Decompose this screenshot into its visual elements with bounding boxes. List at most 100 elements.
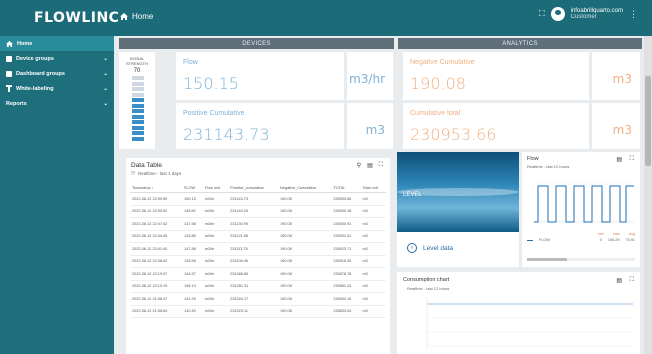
total-unit-card: m3 [592,103,640,149]
table-cell: m3/hr [202,255,229,268]
table-subtitle: Realtime - last 1 days [137,170,182,176]
table-row[interactable]: 2022-06-12 22:19:37 144.67 m3/hr 231068.86 1… [130,267,386,281]
table-column-header[interactable]: Negative_Cumulative [278,184,332,193]
user-info[interactable]: infoabrillquarto.com Customer [571,8,623,20]
table-cell: 190.08 [278,292,332,306]
sidebar-item-white-labeling[interactable]: White-labeling ⌄ [0,81,114,96]
negative-unit: m3 [612,72,632,86]
signal-bars [132,76,144,142]
sidebar: Home Device groups ⌄ Dashboard groups ⌄ … [0,36,114,354]
app-logo[interactable]: FLOWLINC [34,10,119,26]
table-row[interactable]: 2022-06-12 22:44:45 143.86 m3/hr 231121.58 1… [130,230,386,243]
analytics-header: ANALYTICS [398,38,642,49]
avatar[interactable] [550,7,565,21]
table-cell: m3 [360,242,386,256]
table-column-header[interactable]: Total unit [360,184,386,193]
table-cell: 230931.51 [331,230,361,243]
table-cell: m3 [360,205,386,218]
data-table-widget: Data Table ◷ Realtime - last 1 days ⚲ ▤ … [126,158,390,354]
search-icon[interactable]: ⚲ [357,162,361,169]
table-cell: m3/hr [202,305,229,318]
signal-bar [132,76,144,80]
table-cell: 190.08 [278,267,332,281]
table-row[interactable]: 2022-06-12 22:50:02 149.82 m3/hr 231140.25 1… [130,205,386,218]
table-cell: 2022-06-12 22:19:37 [130,267,183,281]
more-menu-icon[interactable]: ⋮ [629,9,638,20]
table-row[interactable]: 2022-06-12 22:50:59 150.15 m3/hr 231143.73 1… [130,192,386,206]
signal-bar [132,87,144,91]
table-row[interactable]: 2022-06-12 22:47:42 147.58 m3/hr 231130.99 1… [130,217,386,231]
flow-label: Flow [183,59,198,66]
legend-avg-label: avg [628,232,635,236]
table-cell: 231051.31 [228,280,279,293]
signal-value: 70 [133,68,141,74]
legend-min: 0 [599,238,602,242]
positive-value: 231143.73 [183,125,270,144]
table-column-header[interactable]: TOTAL [331,184,361,193]
table-cell: 2022-06-12 22:50:02 [130,205,183,218]
breadcrumb[interactable]: Home [120,12,153,21]
table-cell: 231140.25 [228,205,279,218]
legend-series-name: FLOW [539,238,550,242]
breadcrumb-home: Home [132,12,154,21]
top-bar: FLOWLINC Home ⛶ infoabrillquarto.com Cus… [0,0,652,36]
table-cell: 2022-06-12 21:56:47 [130,292,183,306]
table-column-header[interactable]: Timestamp ↓ [130,184,183,193]
table-cell: m3/hr [202,280,229,293]
negative-cumulative-card: Negative Cumulative 190.08 [403,52,589,100]
table-cell: 190.08 [278,242,332,256]
table-cell: 190.08 [278,305,332,318]
signal-bar [132,92,144,97]
table-cell: m3 [360,192,386,206]
sidebar-item-home[interactable]: Home [0,36,114,51]
level-link-label: Level data [423,244,453,252]
table-row[interactable]: 2022-06-12 21:55:54 140.40 m3/hr 231023.11 1… [130,305,386,318]
download-icon[interactable]: ▤ [616,277,622,284]
table-body: 2022-06-12 22:50:59 150.15 m3/hr 231143.73 1… [130,192,386,318]
level-title: LEVEL [403,192,422,198]
table-cell: m3 [360,292,386,306]
fullscreen-icon[interactable]: ⛶ [379,162,383,169]
fullscreen-icon[interactable]: ⛶ [539,9,545,19]
level-data-link[interactable]: ≈ Level data [407,243,453,253]
table-row[interactable]: 2022-06-12 21:56:47 143.33 m3/hr 231024.17 1… [130,292,386,306]
table-row[interactable]: 2022-06-12 22:38:42 143.56 m3/hr 231106.46 1… [130,255,386,268]
signal-strength-card: SIGNAL STRENGTH 70 [119,52,155,149]
sidebar-item-label: White-labeling [16,85,54,92]
table-cell: 230953.66 [331,192,361,206]
download-icon[interactable]: ▤ [616,156,622,163]
table-cell: 230861.24 [331,280,361,293]
table-timewindow[interactable]: ◷ Realtime - last 1 days [131,170,181,176]
chart-scrollbar[interactable] [527,258,635,261]
table-column-header[interactable]: Flow unit [202,184,229,193]
user-role: Customer [570,14,597,20]
legend-avg: 75.91 [625,238,635,242]
sidebar-item-dashboard-groups[interactable]: Dashboard groups ⌄ [0,66,114,81]
table-cell: m3 [360,230,386,243]
table-row[interactable]: 2022-06-12 22:41:40 147.88 m3/hr 231113.78 1… [130,242,386,256]
devices-icon [6,55,12,62]
user-area: ⛶ infoabrillquarto.com Customer ⋮ [539,7,638,21]
table-cell: m3/hr [202,230,229,243]
fullscreen-icon[interactable]: ⛶ [630,156,634,163]
fullscreen-icon[interactable]: ⛶ [630,277,634,284]
table-cell: 230833.04 [331,305,361,318]
signal-bar [132,98,144,102]
legend-min-label: min [597,232,604,236]
table-cell: 149.82 [182,205,203,218]
download-icon[interactable]: ▤ [367,162,373,169]
table-row[interactable]: 2022-06-12 22:10:19 146.13 m3/hr 231051.31 1… [130,280,386,293]
table-cell: m3/hr [202,242,229,256]
table-cell: 146.13 [182,280,203,293]
table-column-header[interactable]: Positive_cumulative [228,184,279,193]
sidebar-item-device-groups[interactable]: Device groups ⌄ [0,51,114,66]
page-scrollbar[interactable] [644,36,652,354]
legend-max: 155.29 [607,238,620,242]
total-label: Cumulative total [410,110,461,117]
table-cell: m3 [360,305,386,318]
sidebar-item-reports[interactable]: Reports ⌄ [0,96,114,111]
table-column-header[interactable]: FLOW [182,184,203,193]
negative-unit-card: m3 [592,52,640,100]
table-cell: 2022-06-12 22:38:42 [130,255,183,268]
table-cell: m3/hr [202,205,229,218]
